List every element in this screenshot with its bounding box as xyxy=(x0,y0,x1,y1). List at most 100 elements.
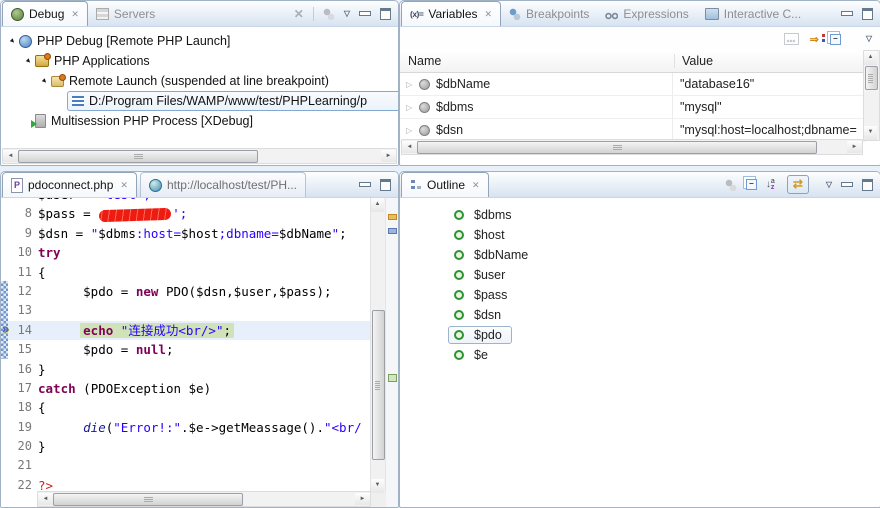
outline-item[interactable]: $pass xyxy=(400,285,880,305)
minimize-icon[interactable] xyxy=(359,182,371,187)
outline-toolbar: − ↓ az ⇄ ▽ xyxy=(725,172,880,197)
tab-browser[interactable]: http://localhost/test/PH... xyxy=(140,172,306,197)
code-line[interactable]: 19 die("Error!:".$e->getMeassage()."<br/ xyxy=(1,418,371,437)
close-tab-icon[interactable]: ✕ xyxy=(120,180,128,191)
tab-variables[interactable]: (x)= Variables ✕ xyxy=(401,1,501,26)
view-menu-icon[interactable]: ▽ xyxy=(866,33,872,45)
scroll-left-icon[interactable]: ◄ xyxy=(3,150,18,162)
scroll-down-icon[interactable]: ▼ xyxy=(864,126,877,140)
scroll-left-icon[interactable]: ◄ xyxy=(38,493,53,505)
debug-hscrollbar[interactable]: ◄ ► xyxy=(2,148,397,164)
variables-hscrollbar[interactable]: ◄ ► xyxy=(401,139,863,155)
expanded-arrow-icon[interactable]: ▼ xyxy=(6,34,19,47)
expanded-arrow-icon[interactable]: ▼ xyxy=(38,74,51,87)
outline-item[interactable]: $user xyxy=(400,265,880,285)
code-line[interactable]: 20} xyxy=(1,437,371,456)
focus-icon[interactable] xyxy=(725,179,737,191)
overview-mark-annotation[interactable] xyxy=(388,228,397,234)
code-line[interactable]: 9$dsn = "$dbms:host=$host;dbname=$dbName… xyxy=(1,224,371,243)
code-line[interactable]: 13 xyxy=(1,301,371,320)
collapsed-arrow-icon[interactable]: ▷ xyxy=(406,80,419,89)
scroll-right-icon[interactable]: ► xyxy=(355,493,370,505)
maximize-icon[interactable] xyxy=(862,179,873,191)
show-type-names-icon[interactable] xyxy=(784,33,799,45)
column-name[interactable]: Name xyxy=(400,54,675,68)
outline-tabbar: Outline ✕ − ↓ az ⇄ ▽ xyxy=(400,172,880,198)
code-line[interactable]: 8$pass = '; xyxy=(1,204,371,223)
scroll-up-icon[interactable]: ▲ xyxy=(864,51,877,65)
scroll-left-icon[interactable]: ◄ xyxy=(402,141,417,153)
close-tab-icon[interactable]: ✕ xyxy=(71,9,79,20)
code-line[interactable]: 14 echo "连接成功<br/>"; xyxy=(1,321,371,340)
maximize-icon[interactable] xyxy=(862,8,873,20)
collapse-all-icon[interactable]: − xyxy=(830,34,841,45)
outline-item[interactable]: $dbms xyxy=(400,205,880,225)
scroll-up-icon[interactable]: ▲ xyxy=(371,198,384,212)
outline-item[interactable]: $dbName xyxy=(400,245,880,265)
view-menu-icon[interactable]: ▽ xyxy=(826,179,832,191)
outline-item[interactable]: $dsn xyxy=(400,305,880,325)
debug-tree-item[interactable]: Multisession PHP Process [XDebug] xyxy=(1,111,398,131)
tab-interactive-console[interactable]: Interactive C... xyxy=(697,1,809,26)
tab-expressions[interactable]: Expressions xyxy=(597,1,696,26)
scroll-down-icon[interactable]: ▼ xyxy=(371,479,384,493)
collapsed-arrow-icon[interactable]: ▷ xyxy=(406,103,419,112)
scroll-right-icon[interactable]: ► xyxy=(847,141,862,153)
debug-tree-item[interactable]: ▼Remote Launch (suspended at line breakp… xyxy=(1,71,398,91)
debug-tree-item[interactable]: ▼PHP Applications xyxy=(1,51,398,71)
collapsed-arrow-icon[interactable]: ▷ xyxy=(406,126,419,135)
code-line[interactable]: 18{ xyxy=(1,398,371,417)
maximize-icon[interactable] xyxy=(380,8,391,20)
horizontal-sash[interactable] xyxy=(0,164,880,171)
maximize-icon[interactable] xyxy=(380,179,391,191)
variables-vscroll-thumb[interactable] xyxy=(865,66,878,90)
code-line[interactable]: 21 xyxy=(1,456,371,475)
editor-hscroll-thumb[interactable] xyxy=(53,493,243,506)
link-with-editor-icon[interactable]: ⇄ xyxy=(787,175,809,194)
show-logical-structure-icon[interactable]: ⇒ xyxy=(810,33,819,46)
code-viewport[interactable]: 7$user = 'test';8$pass = ';9$dsn = "$dbm… xyxy=(1,198,371,493)
collapse-all-icon[interactable]: − xyxy=(746,179,757,190)
overview-mark-occurrence[interactable] xyxy=(388,214,397,220)
code-line[interactable]: 12 $pdo = new PDO($dsn,$user,$pass); xyxy=(1,282,371,301)
code-line[interactable]: 17catch (PDOException $e) xyxy=(1,379,371,398)
variables-hscroll-thumb[interactable] xyxy=(417,141,817,154)
outline-item[interactable]: $pdo xyxy=(400,325,880,345)
editor-body[interactable]: 7$user = 'test';8$pass = ';9$dsn = "$dbm… xyxy=(1,198,398,507)
minimize-icon[interactable] xyxy=(841,182,853,187)
code-line[interactable]: 15 $pdo = null; xyxy=(1,340,371,359)
outline-item[interactable]: $host xyxy=(400,225,880,245)
variables-vscrollbar[interactable]: ▲ ▼ xyxy=(863,50,880,141)
editor-hscrollbar[interactable]: ◄ ► xyxy=(37,491,371,507)
tab-breakpoints[interactable]: Breakpoints xyxy=(501,1,597,26)
code-line[interactable]: 11{ xyxy=(1,263,371,282)
tab-servers[interactable]: Servers xyxy=(88,1,163,26)
expanded-arrow-icon[interactable]: ▼ xyxy=(22,54,35,67)
editor-vscroll-thumb[interactable] xyxy=(372,310,385,460)
minimize-icon[interactable] xyxy=(841,11,853,16)
variable-row[interactable]: ▷$dbms"mysql" xyxy=(400,96,865,119)
sort-icon[interactable]: ↓ az xyxy=(766,179,778,191)
vertical-sash[interactable] xyxy=(397,0,400,507)
code-line[interactable]: 10try xyxy=(1,243,371,262)
debug-tree-item[interactable]: D:/Program Files/WAMP/www/test/PHPLearni… xyxy=(67,91,398,111)
column-value[interactable]: Value xyxy=(675,54,865,68)
close-tab-icon[interactable]: ✕ xyxy=(472,180,480,191)
tab-outline[interactable]: Outline ✕ xyxy=(401,172,489,197)
debug-filter-icon[interactable] xyxy=(323,8,335,20)
tab-debug[interactable]: Debug ✕ xyxy=(2,1,88,26)
outline-selected-item[interactable]: $pdo xyxy=(448,326,512,344)
outline-item[interactable]: $e xyxy=(400,345,880,365)
tab-pdoconnect[interactable]: P pdoconnect.php ✕ xyxy=(2,172,137,197)
variable-row[interactable]: ▷$dbName"database16" xyxy=(400,73,865,96)
scroll-right-icon[interactable]: ► xyxy=(381,150,396,162)
overview-mark-current-line[interactable] xyxy=(388,374,397,382)
editor-vscrollbar[interactable]: ▲ ▼ xyxy=(370,198,386,493)
close-tab-icon[interactable]: ✕ xyxy=(485,9,493,20)
minimize-icon[interactable] xyxy=(359,11,371,16)
code-line[interactable]: 16} xyxy=(1,360,371,379)
debug-hscroll-thumb[interactable] xyxy=(18,150,258,163)
remove-terminated-icon[interactable]: ✕ xyxy=(294,8,304,20)
debug-tree-item[interactable]: ▼PHP Debug [Remote PHP Launch] xyxy=(1,31,398,51)
view-menu-icon[interactable]: ▽ xyxy=(344,8,350,20)
